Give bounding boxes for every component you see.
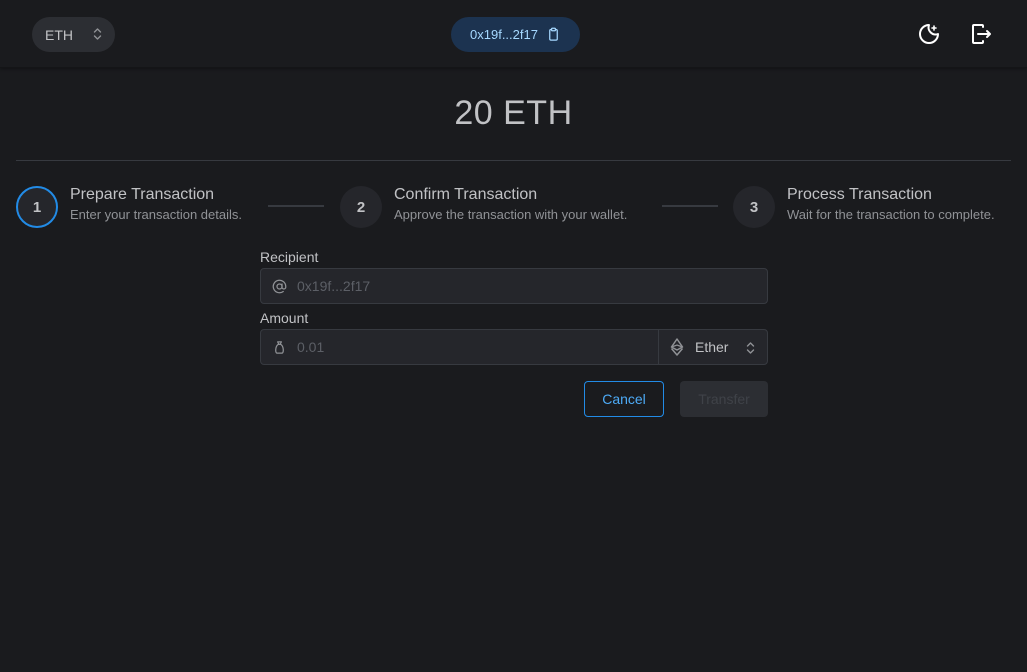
logout-button[interactable]	[967, 20, 995, 48]
chevron-up-down-icon	[93, 28, 102, 40]
wallet-address-button[interactable]: 0x19f...2f17	[451, 17, 580, 52]
step-description: Approve the transaction with your wallet…	[394, 207, 628, 222]
coin-bag-icon	[274, 340, 284, 354]
step-confirm[interactable]: 2 Confirm Transaction Approve the transa…	[340, 186, 627, 228]
network-select-value: ETH	[45, 26, 73, 43]
moon-icon	[919, 24, 939, 44]
recipient-input[interactable]: 0x19f...2f17	[260, 268, 768, 304]
step-title: Prepare Transaction	[70, 186, 215, 203]
step-number: 2	[340, 186, 382, 228]
step-number: 3	[733, 186, 775, 228]
logout-icon	[972, 24, 991, 44]
wallet-address: 0x19f...2f17	[470, 27, 538, 42]
cancel-button[interactable]: Cancel	[584, 381, 664, 417]
step-separator	[268, 205, 324, 207]
step-number: 1	[16, 186, 58, 228]
divider	[16, 160, 1011, 161]
transfer-button[interactable]: Transfer	[680, 381, 768, 417]
balance-display: 20 ETH	[454, 94, 573, 132]
clipboard-icon	[549, 27, 558, 41]
ethereum-icon	[670, 338, 684, 356]
top-bar: ETH 0x19f...2f17	[0, 0, 1027, 68]
recipient-label: Recipient	[260, 249, 319, 265]
unit-select-value: Ether	[695, 339, 729, 355]
at-sign-icon	[272, 279, 286, 293]
step-description: Wait for the transaction to complete.	[787, 207, 995, 222]
amount-placeholder: 0.01	[297, 339, 325, 355]
step-title: Process Transaction	[787, 186, 932, 203]
chevron-up-down-icon	[746, 342, 755, 354]
amount-label: Amount	[260, 310, 309, 326]
amount-input[interactable]: 0.01	[260, 329, 659, 365]
theme-toggle-button[interactable]	[915, 20, 943, 48]
recipient-placeholder: 0x19f...2f17	[297, 278, 371, 294]
network-select[interactable]: ETH	[32, 17, 115, 52]
step-title: Confirm Transaction	[394, 186, 538, 203]
step-description: Enter your transaction details.	[70, 207, 242, 222]
step-process[interactable]: 3 Process Transaction Wait for the trans…	[733, 186, 995, 228]
unit-select[interactable]: Ether	[658, 329, 768, 365]
step-separator	[662, 205, 718, 207]
step-prepare[interactable]: 1 Prepare Transaction Enter your transac…	[16, 186, 242, 228]
